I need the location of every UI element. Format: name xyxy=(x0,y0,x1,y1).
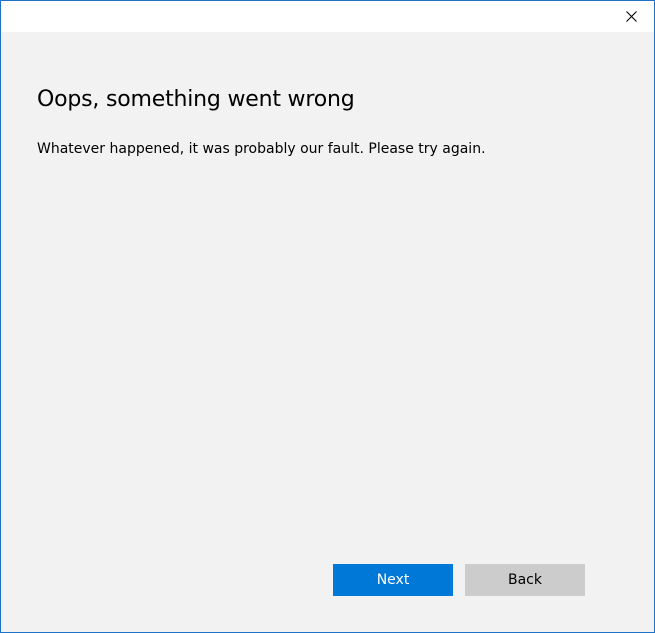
page-title: Oops, something went wrong xyxy=(37,87,355,112)
error-message: Whatever happened, it was probably our f… xyxy=(37,141,486,157)
title-bar xyxy=(1,1,654,32)
back-button[interactable]: Back xyxy=(465,564,585,596)
close-icon xyxy=(625,11,637,22)
close-button[interactable] xyxy=(608,1,654,32)
dialog-window: Oops, something went wrong Whatever happ… xyxy=(0,0,655,633)
next-button[interactable]: Next xyxy=(333,564,453,596)
dialog-content: Oops, something went wrong Whatever happ… xyxy=(1,32,654,632)
